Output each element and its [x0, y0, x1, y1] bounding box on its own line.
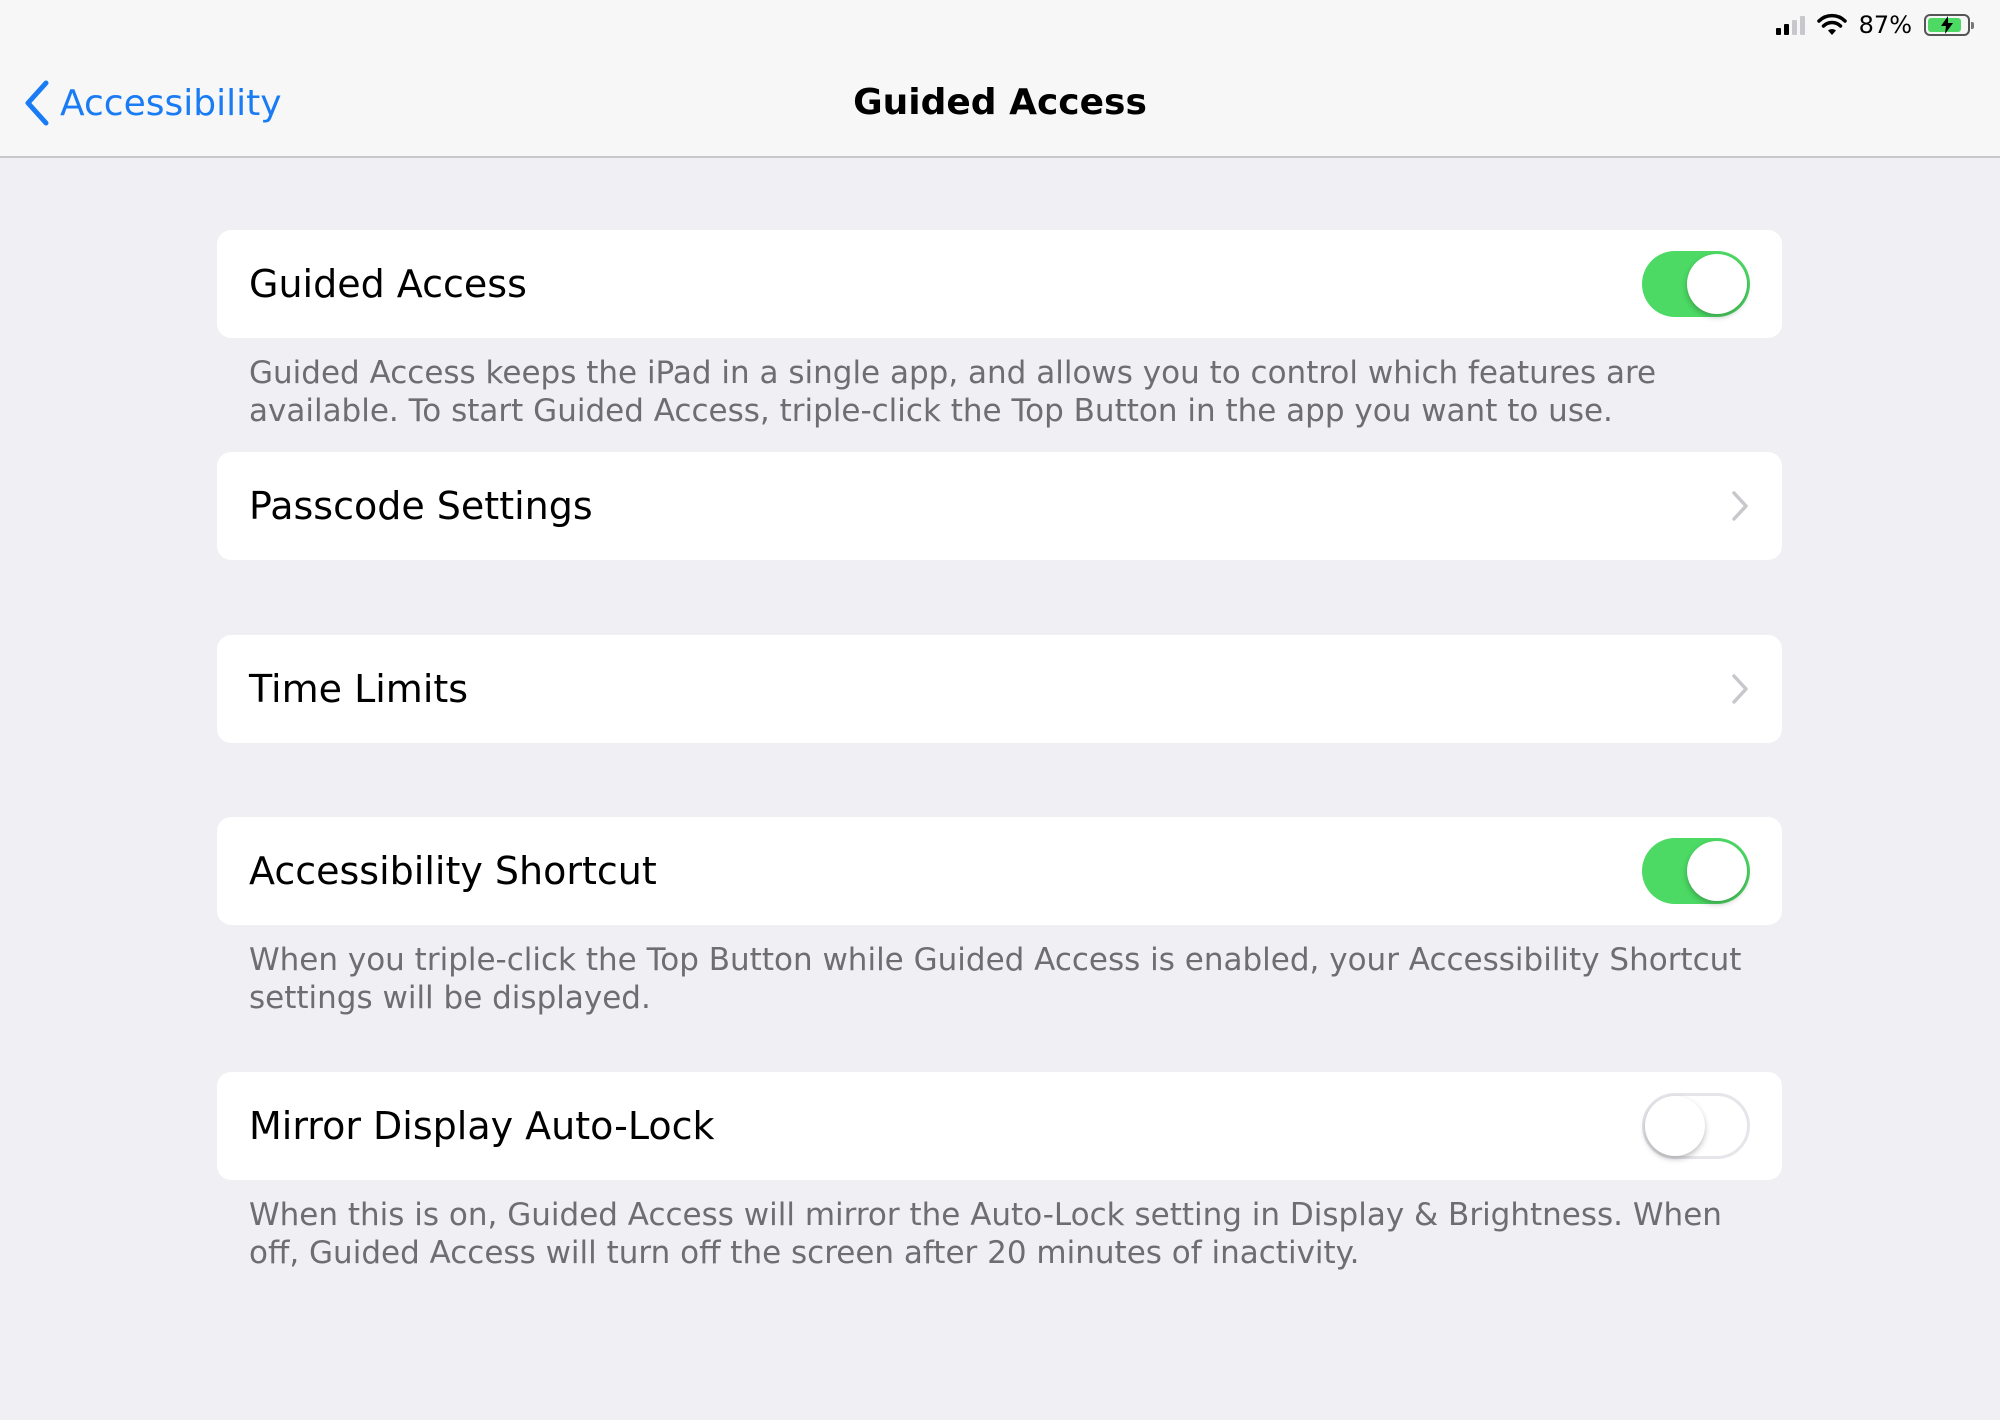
guided-access-toggle[interactable]	[1642, 251, 1750, 317]
mirror-display-auto-lock-toggle[interactable]	[1642, 1093, 1750, 1159]
wifi-icon	[1816, 13, 1847, 35]
cellular-signal-icon	[1775, 15, 1805, 35]
mirror-display-auto-lock-row: Mirror Display Auto-Lock	[217, 1072, 1782, 1180]
navigation-bar: Accessibility Guided Access	[0, 50, 2000, 158]
accessibility-shortcut-footer: When you triple-click the Top Button whi…	[249, 942, 1742, 1016]
toggle-knob	[1645, 1096, 1705, 1156]
chevron-right-icon	[1732, 491, 1748, 521]
battery-percentage: 87%	[1858, 11, 1912, 39]
accessibility-shortcut-label: Accessibility Shortcut	[249, 849, 657, 893]
passcode-settings-label: Passcode Settings	[249, 484, 593, 528]
toggle-knob	[1687, 254, 1747, 314]
charging-bolt-icon	[1941, 16, 1953, 34]
accessibility-shortcut-row: Accessibility Shortcut	[217, 817, 1782, 925]
time-limits-row[interactable]: Time Limits	[217, 635, 1782, 743]
guided-access-row: Guided Access	[217, 230, 1782, 338]
guided-access-label: Guided Access	[249, 262, 527, 306]
settings-content: Guided Access Guided Access keeps the iP…	[217, 230, 1782, 1272]
page-title: Guided Access	[853, 82, 1147, 123]
status-indicators: 87%	[1775, 10, 1974, 40]
battery-icon	[1924, 14, 1974, 36]
accessibility-shortcut-toggle[interactable]	[1642, 838, 1750, 904]
status-bar: 87%	[0, 0, 2000, 50]
guided-access-footer: Guided Access keeps the iPad in a single…	[249, 355, 1657, 429]
time-limits-label: Time Limits	[249, 667, 469, 711]
toggle-knob	[1687, 841, 1747, 901]
passcode-settings-row[interactable]: Passcode Settings	[217, 452, 1782, 560]
mirror-display-auto-lock-footer: When this is on, Guided Access will mirr…	[249, 1197, 1722, 1271]
chevron-right-icon	[1732, 674, 1748, 704]
mirror-display-auto-lock-label: Mirror Display Auto-Lock	[249, 1104, 715, 1148]
